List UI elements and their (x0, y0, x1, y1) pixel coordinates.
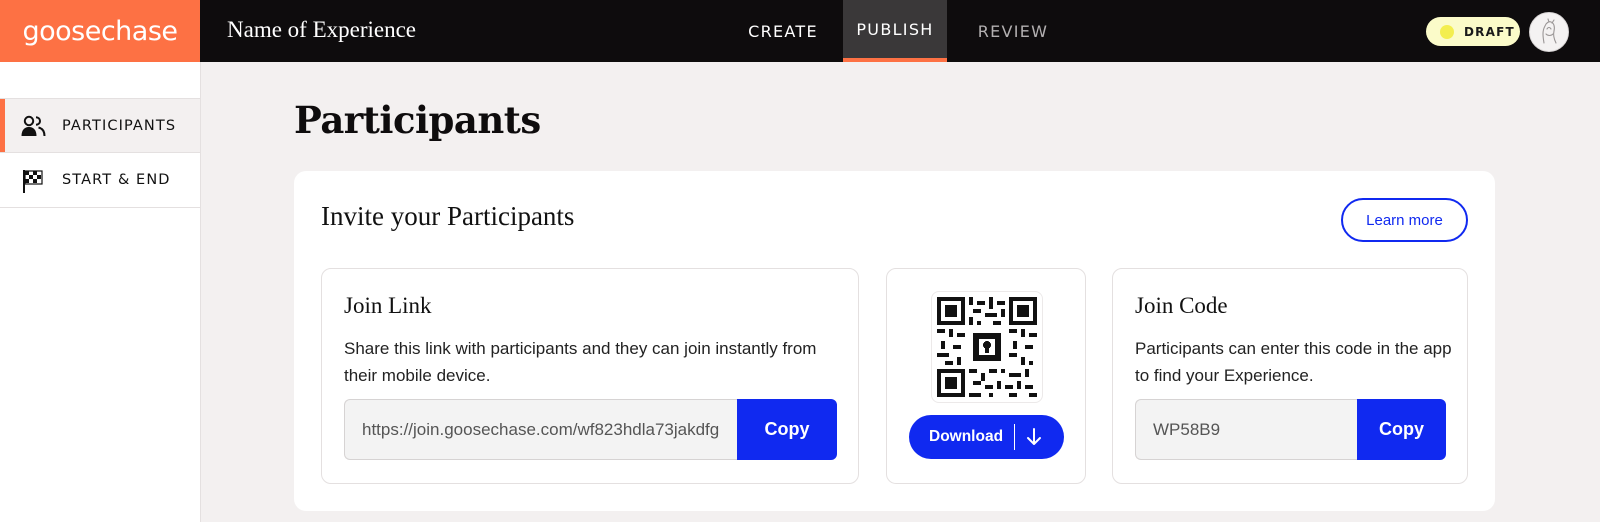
join-code-field-row: WP58B9 Copy (1135, 399, 1446, 460)
join-code-description: Participants can enter this code in the … (1135, 339, 1452, 385)
sidebar-item-label: PARTICIPANTS (62, 117, 177, 134)
status-badge[interactable]: DRAFT (1426, 17, 1520, 46)
download-divider (1014, 424, 1015, 450)
sidebar: PARTICIPANTS START & END (0, 62, 201, 522)
download-label: Download (929, 428, 1004, 445)
join-link-description: Share this link with participants and th… (344, 339, 817, 385)
user-avatar-icon (1542, 18, 1557, 44)
checkered-flag-icon (23, 170, 43, 193)
top-bar: goosechase Name of Experience CREATE PUB… (0, 0, 1600, 62)
logo-text: goosechase (22, 15, 178, 47)
download-qr-button[interactable]: Download (909, 415, 1064, 459)
sidebar-item-label: START & END (62, 172, 171, 188)
page-title: Participants (294, 98, 541, 142)
tab-publish[interactable]: PUBLISH (843, 0, 947, 62)
experience-name[interactable]: Name of Experience (227, 17, 416, 43)
join-link-title: Join Link (344, 293, 432, 318)
qr-code-icon (937, 297, 1037, 397)
avatar[interactable] (1529, 12, 1569, 52)
sidebar-item-start-end[interactable]: START & END (0, 153, 200, 208)
sidebar-item-participants[interactable]: PARTICIPANTS (0, 98, 200, 153)
people-icon (21, 115, 46, 137)
arrow-down-icon (1027, 428, 1041, 445)
join-link-panel: Join Link Share this link with participa… (321, 268, 859, 484)
copy-link-button[interactable]: Copy (737, 399, 837, 460)
join-link-field-row: https://join.goosechase.com/wf823hdla73j… (344, 399, 837, 460)
logo[interactable]: goosechase (0, 0, 200, 62)
join-link-input[interactable]: https://join.goosechase.com/wf823hdla73j… (344, 399, 737, 460)
join-code-title: Join Code (1135, 293, 1228, 318)
status-dot-icon (1440, 24, 1454, 39)
join-code-panel: Join Code Participants can enter this co… (1112, 268, 1468, 484)
tab-create[interactable]: CREATE (735, 0, 831, 62)
status-badge-label: DRAFT (1464, 24, 1515, 39)
invite-card: Invite your Participants Learn more Join… (294, 171, 1495, 511)
qr-code (931, 291, 1043, 403)
join-code-input[interactable]: WP58B9 (1135, 399, 1357, 460)
tab-review[interactable]: REVIEW (966, 0, 1060, 62)
copy-code-button[interactable]: Copy (1357, 399, 1446, 460)
qr-panel: Download (886, 268, 1086, 484)
invite-card-title: Invite your Participants (321, 201, 575, 231)
learn-more-button[interactable]: Learn more (1341, 198, 1468, 242)
